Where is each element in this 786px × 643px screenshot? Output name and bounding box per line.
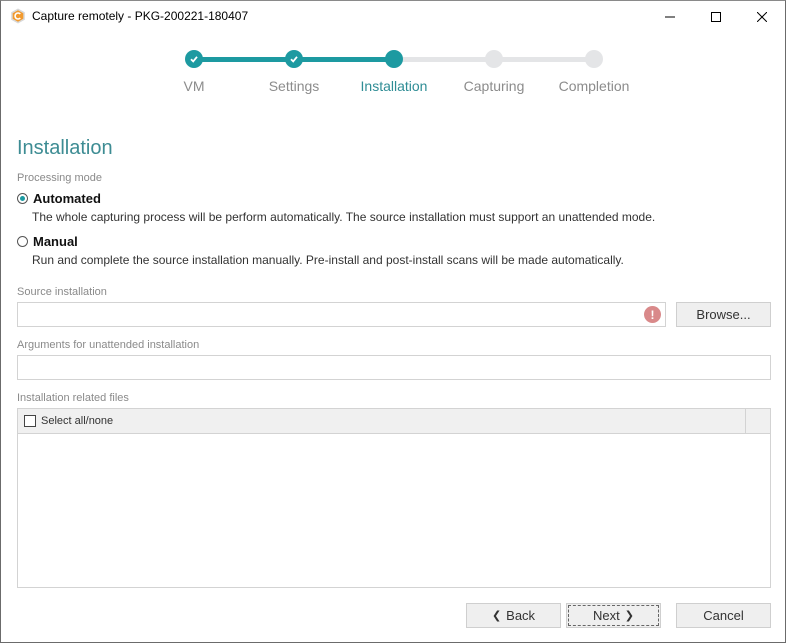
step-indicator-completion [585,50,603,68]
back-button[interactable]: ❮ Back [466,603,561,628]
processing-mode-label: Processing mode [17,172,102,184]
minimize-icon [665,16,675,17]
error-icon: ! [644,306,661,323]
column-separator [745,409,746,434]
select-all-checkbox[interactable] [24,415,36,427]
source-installation-label: Source installation [17,286,107,298]
page-title: Installation [17,137,113,159]
checkmark-icon [190,56,198,63]
source-installation-input[interactable]: ! [17,302,666,327]
step-indicator-installation [385,50,403,68]
stepper-connector [294,57,394,62]
window-title: Capture remotely - PKG-200221-180407 [32,9,249,23]
step-label-installation: Installation [360,78,428,94]
minimize-button[interactable] [647,1,693,32]
cancel-button[interactable]: Cancel [676,603,771,628]
select-all-label[interactable]: Select all/none [41,415,113,427]
maximize-icon [711,11,721,22]
browse-button[interactable]: Browse... [676,302,771,327]
radio-manual-label: Manual [33,234,78,249]
stepper-connector [194,57,294,62]
checkmark-icon [290,56,298,63]
capture-remotely-window: Capture remotely - PKG-200221-180407 VM S… [0,0,786,643]
step-label-settings: Settings [268,78,320,94]
stepper-connector [394,57,494,62]
step-indicator-settings [285,50,303,68]
arguments-label: Arguments for unattended installation [17,339,200,351]
arguments-input[interactable] [17,355,771,380]
radio-automated-label: Automated [33,191,101,206]
close-icon [757,11,767,22]
step-indicator-capturing [485,50,503,68]
chevron-left-icon: ❮ [491,610,502,622]
wizard-stepper: VM Settings Installation Capturing Completio… [1,46,785,106]
stepper-connector [494,57,594,62]
next-label: Next [593,608,620,623]
step-label-completion: Completion [558,78,630,94]
app-logo-icon [11,8,25,24]
radio-automated[interactable]: Automated [17,191,101,206]
files-list-header: Select all/none [18,409,770,434]
close-button[interactable] [739,1,785,32]
radio-button-manual[interactable] [17,236,28,247]
related-files-list[interactable]: Select all/none [17,408,771,588]
maximize-button[interactable] [693,1,739,32]
next-button[interactable]: Next ❯ [566,603,661,628]
back-label: Back [506,608,536,623]
radio-manual[interactable]: Manual [17,234,78,249]
title-bar: Capture remotely - PKG-200221-180407 [1,1,785,32]
radio-button-automated[interactable] [17,193,28,204]
step-indicator-vm [185,50,203,68]
step-label-vm: VM [183,78,205,94]
related-files-label: Installation related files [17,392,129,404]
chevron-right-icon: ❯ [624,610,634,622]
manual-description: Run and complete the source installation… [32,253,624,267]
step-label-capturing: Capturing [463,78,525,94]
automated-description: The whole capturing process will be perf… [32,210,656,224]
